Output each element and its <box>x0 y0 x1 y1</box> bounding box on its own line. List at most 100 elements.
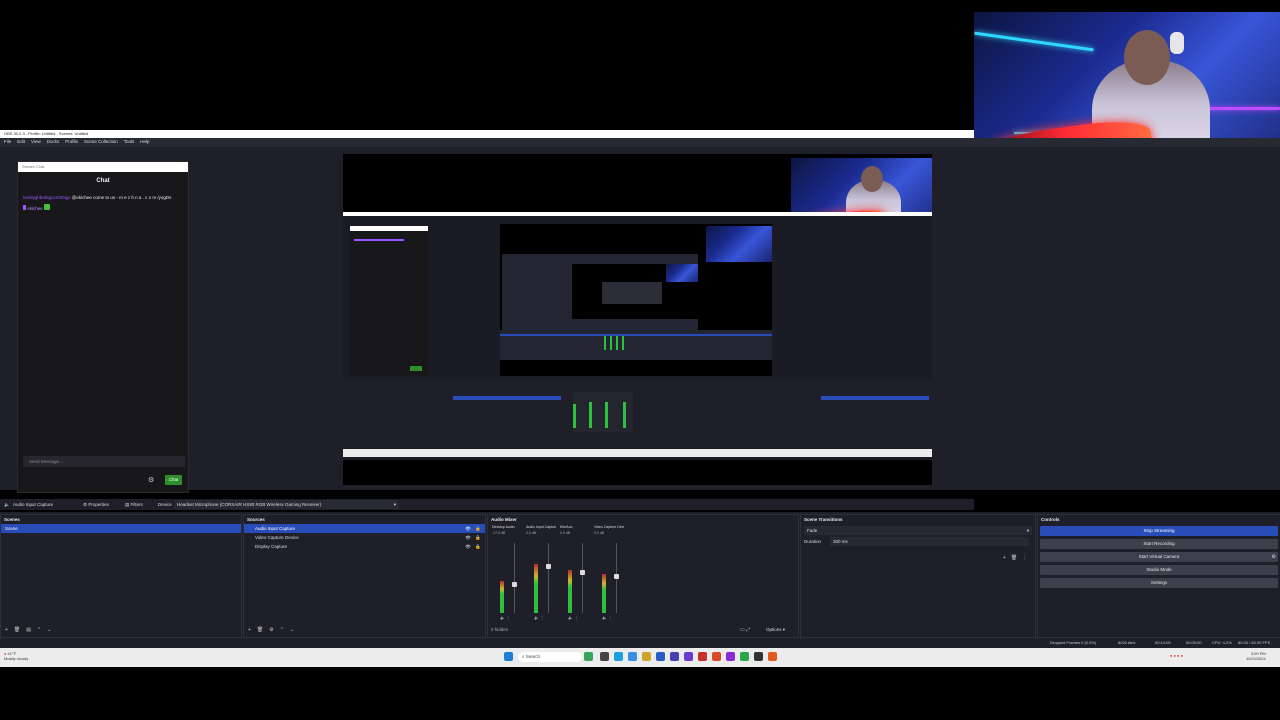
clock[interactable]: 3:09 PM 11/24/2024 <box>1246 651 1266 661</box>
menubar: File Edit View Docks Profile Scene Colle… <box>0 138 1280 147</box>
app-icon[interactable] <box>684 652 693 661</box>
app-icon[interactable] <box>698 652 707 661</box>
chevron-down-icon: ▾ <box>393 502 396 507</box>
chat-input[interactable]: Send message... <box>23 456 185 467</box>
add-icon[interactable]: + <box>5 627 8 633</box>
start-recording-button[interactable]: Start Recording <box>1040 539 1278 549</box>
duration-input[interactable]: 300 ms <box>830 537 1029 546</box>
mute-icon[interactable]: 🔈 ⋮ <box>534 615 544 620</box>
speaker-icon: 🔈 <box>4 502 10 507</box>
emote-icon <box>44 204 51 210</box>
menu-scene-collection[interactable]: Scene Collection <box>84 138 118 147</box>
dropped-frames: Dropped Frames 0 (0.0%) <box>1050 640 1097 645</box>
menu-docks[interactable]: Docks <box>47 138 60 147</box>
app-icon[interactable] <box>600 652 609 661</box>
up-icon[interactable]: ⌃ <box>37 627 41 633</box>
source-item[interactable]: Video Capture Device 👁 🔒 <box>244 533 485 542</box>
preview-canvas[interactable] <box>343 154 932 485</box>
lock-icon[interactable]: 🔒 <box>475 533 481 542</box>
menu-edit[interactable]: Edit <box>17 138 25 147</box>
channel-db: 0.0 dB <box>560 531 571 535</box>
trash-icon[interactable]: 🗑 <box>1011 555 1017 561</box>
menu-view[interactable]: View <box>31 138 41 147</box>
down-icon[interactable]: ⌄ <box>290 627 294 633</box>
taskbar: ● 41°F Mostly cloudy ⌕ Search ● ● ● ● 3:… <box>0 648 1280 667</box>
app-icon[interactable] <box>628 652 637 661</box>
audio-mixer-dock: Audio Mixer Desktop Audio -17.4 dB 🔈 ⋮ Audi… <box>487 514 799 638</box>
mute-icon[interactable]: 🔈 ⋮ <box>500 615 510 620</box>
mixer-channel: Desktop Audio -17.4 dB 🔈 ⋮ <box>492 525 524 623</box>
trash-icon[interactable]: 🗑 <box>257 627 263 633</box>
eye-icon[interactable]: 👁 <box>465 542 471 551</box>
fader-knob[interactable] <box>614 574 619 579</box>
search-icon: ⌕ <box>522 654 525 659</box>
app-icon[interactable] <box>642 652 651 661</box>
mixer-channels: Desktop Audio -17.4 dB 🔈 ⋮ Audio Input Capt… <box>492 525 642 625</box>
volume-fader[interactable] <box>582 543 583 613</box>
scene-item[interactable]: Scene <box>1 524 241 533</box>
menu-tools[interactable]: Tools <box>124 138 135 147</box>
source-toolbar: 🔈 Audio Input Capture ⚙ Properties ▤ Fil… <box>0 499 974 510</box>
start-icon[interactable] <box>504 652 513 661</box>
source-item[interactable]: Display Capture 👁 🔒 <box>244 542 485 551</box>
properties-button[interactable]: ⚙ Properties <box>83 499 109 510</box>
mute-icon[interactable]: 🔈 ⋮ <box>568 615 578 620</box>
app-icon[interactable] <box>614 652 623 661</box>
filter-icon[interactable]: ▤ <box>26 627 31 633</box>
trash-icon[interactable]: 🗑 <box>14 627 20 633</box>
stop-streaming-button[interactable]: Stop Streaming <box>1040 526 1278 536</box>
controls-dock: Controls Stop Streaming Start Recording … <box>1037 514 1280 638</box>
gear-icon[interactable]: ⚙ <box>269 627 273 633</box>
filters-button[interactable]: ▤ Filters <box>125 499 143 510</box>
menu-profile[interactable]: Profile <box>65 138 78 147</box>
fader-knob[interactable] <box>546 564 551 569</box>
app-icon[interactable] <box>726 652 735 661</box>
bitrate: 6026 kb/s <box>1118 640 1136 645</box>
options-button[interactable]: Options ▾ <box>766 627 785 633</box>
app-icon[interactable] <box>754 652 763 661</box>
channel-name: Desktop Audio <box>492 525 515 529</box>
taskbar-search[interactable]: ⌕ Search <box>518 652 582 662</box>
chat-settings-icon[interactable]: ⚙ <box>148 476 154 484</box>
more-icon[interactable]: ⋮ <box>1022 555 1027 561</box>
device-select[interactable]: Headset Microphone (CORSAIR HS80 RGB Wir… <box>174 500 399 509</box>
menu-file[interactable]: File <box>4 138 11 147</box>
lock-icon[interactable]: 🔒 <box>475 524 481 533</box>
mute-icon[interactable]: 🔈 ⋮ <box>602 615 612 620</box>
chat-username[interactable]: lonelyghbarkgcomtrbigz <box>23 195 71 200</box>
start-virtual-camera-button[interactable]: Start Virtual Camera <box>1040 552 1278 562</box>
mixer-layout-icon[interactable]: ▭ ⤢ <box>740 627 750 633</box>
up-icon[interactable]: ⌃ <box>280 627 284 633</box>
settings-button[interactable]: Settings <box>1040 578 1278 588</box>
fader-knob[interactable] <box>512 582 517 587</box>
app-icon[interactable] <box>712 652 721 661</box>
lock-icon[interactable]: 🔒 <box>475 542 481 551</box>
chat-send-button[interactable]: Chat <box>165 475 182 485</box>
weather-widget[interactable]: ● 41°F Mostly cloudy <box>4 651 28 661</box>
app-icon[interactable] <box>768 652 777 661</box>
app-icon[interactable] <box>656 652 665 661</box>
fader-knob[interactable] <box>580 570 585 575</box>
menu-help[interactable]: Help <box>140 138 149 147</box>
studio-mode-button[interactable]: Studio Mode <box>1040 565 1278 575</box>
app-icon[interactable] <box>740 652 749 661</box>
app-icon[interactable] <box>584 652 593 661</box>
add-icon[interactable]: + <box>248 627 251 633</box>
badge-icon <box>23 205 26 210</box>
source-item[interactable]: Audio Input Capture 👁 🔒 <box>244 524 485 533</box>
app-icon[interactable] <box>670 652 679 661</box>
volume-fader[interactable] <box>514 543 515 613</box>
add-icon[interactable]: + <box>1003 555 1006 561</box>
chat-message-text: @ekichee come to us - m e z h n a . c o … <box>71 195 172 200</box>
transition-select[interactable]: Fade ▾ <box>804 526 1032 535</box>
mixer-channel: Audio Input Capture 0.0 dB 🔈 ⋮ <box>526 525 558 623</box>
gear-icon[interactable]: ⚙ <box>1272 552 1276 562</box>
down-icon[interactable]: ⌄ <box>47 627 51 633</box>
chat-username[interactable]: ekichee <box>27 206 43 211</box>
chevron-down-icon: ▾ <box>782 627 786 632</box>
eye-icon[interactable]: 👁 <box>465 533 471 542</box>
eye-icon[interactable]: 👁 <box>465 524 471 533</box>
volume-fader[interactable] <box>548 543 549 613</box>
volume-meter <box>568 570 572 613</box>
system-tray[interactable]: ● ● ● ● <box>1170 653 1183 658</box>
